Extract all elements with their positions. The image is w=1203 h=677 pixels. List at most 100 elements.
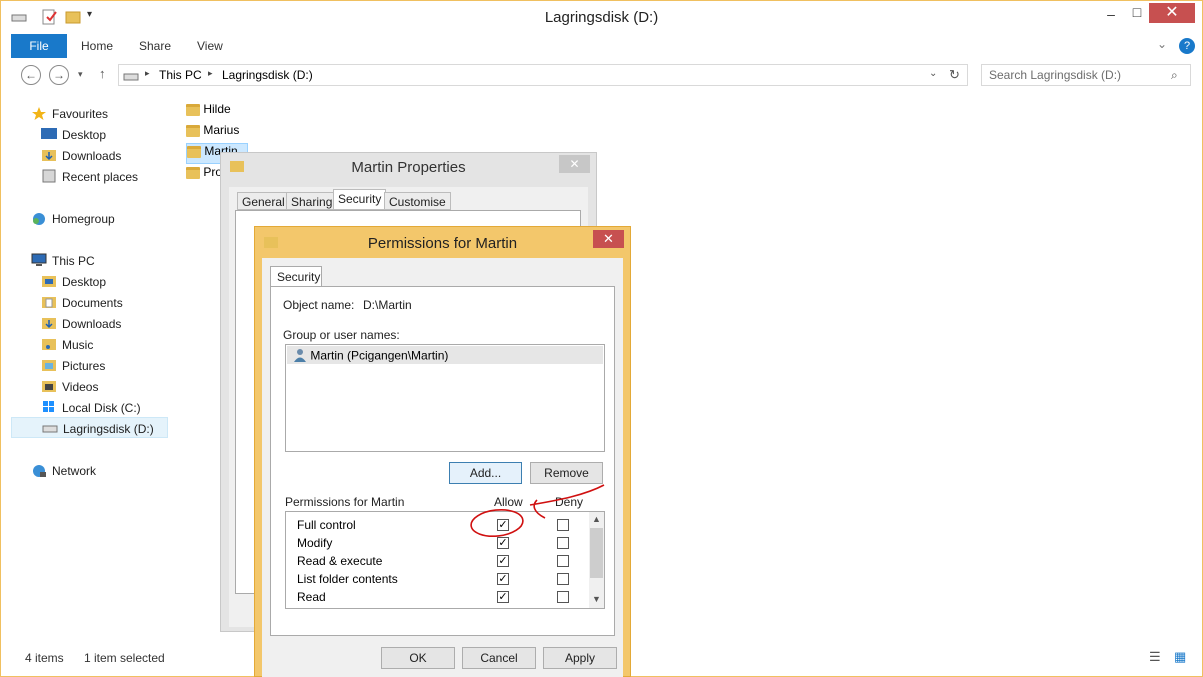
title-bar: ▾ Lagringsdisk (D:) – □ ✕	[1, 1, 1202, 34]
drive-icon	[123, 70, 139, 85]
object-name-value: D:\Martin	[363, 298, 412, 312]
star-icon	[31, 106, 47, 120]
search-icon: ⌕	[1171, 68, 1178, 82]
item-count: 4 items	[25, 651, 64, 665]
permissions-title-bar: Permissions for Martin ✕	[255, 227, 630, 257]
tab-sharing[interactable]: Sharing	[286, 192, 338, 210]
object-name-label: Object name:	[283, 298, 355, 312]
deny-checkbox[interactable]	[557, 591, 569, 603]
permissions-label: Permissions for Martin	[285, 495, 405, 509]
tab-share[interactable]: Share	[139, 39, 171, 53]
chevron-right-icon[interactable]: ▸	[145, 68, 150, 79]
folder-icon	[41, 274, 57, 288]
list-item[interactable]: Hilde	[186, 102, 231, 123]
deny-checkbox[interactable]	[557, 555, 569, 567]
cancel-button[interactable]: Cancel	[462, 647, 536, 669]
folder-icon	[186, 124, 200, 137]
downloads-folder-icon	[41, 148, 57, 162]
deny-checkbox[interactable]	[557, 519, 569, 531]
navigation-pane: Favourites Desktop Downloads Recent plac…	[11, 96, 169, 641]
expand-ribbon-icon[interactable]: ⌄	[1157, 37, 1167, 51]
forward-icon[interactable]: →	[49, 65, 69, 85]
tab-general[interactable]: General	[237, 192, 290, 210]
breadcrumb-this-pc[interactable]: This PC	[159, 68, 202, 82]
properties-close-button[interactable]: ✕	[559, 155, 590, 173]
selected-count: 1 item selected	[84, 651, 165, 665]
drive-icon	[42, 421, 58, 435]
recent-locations-icon[interactable]: ▾	[78, 69, 83, 80]
up-icon[interactable]: ↑	[99, 66, 106, 81]
group-label: Group or user names:	[283, 328, 400, 342]
tab-file[interactable]: File	[11, 34, 67, 58]
deny-checkbox[interactable]	[557, 573, 569, 585]
properties-title: Martin Properties	[351, 159, 466, 176]
table-row: Full control ✓	[286, 515, 586, 533]
ok-button[interactable]: OK	[381, 647, 455, 669]
permissions-list: Full control ✓ Modify ✓ Read & execute ✓…	[285, 511, 605, 609]
tab-customise[interactable]: Customise	[384, 192, 451, 210]
allow-checkbox[interactable]: ✓	[497, 573, 509, 585]
scroll-down-icon[interactable]: ▼	[589, 594, 604, 604]
close-button[interactable]: ✕	[1149, 3, 1195, 23]
chevron-right-icon[interactable]: ▸	[208, 68, 213, 79]
desktop-icon	[41, 127, 57, 141]
scroll-up-icon[interactable]: ▲	[589, 514, 604, 524]
user-list[interactable]: Martin (Pcigangen\Martin)	[285, 344, 605, 452]
breadcrumb-lagringsdisk[interactable]: Lagringsdisk (D:)	[222, 68, 313, 82]
permissions-body: Security Object name: D:\Martin Group or…	[262, 258, 623, 677]
folder-icon	[186, 166, 200, 179]
apply-button[interactable]: Apply	[543, 647, 617, 669]
table-row: Read ✓	[286, 587, 586, 605]
window-title: Lagringsdisk (D:)	[544, 9, 659, 26]
tab-home[interactable]: Home	[81, 39, 113, 53]
folder-icon	[41, 295, 57, 309]
computer-icon	[31, 253, 47, 267]
nav-pc-lagringsdisk[interactable]: Lagringsdisk (D:)	[11, 417, 168, 438]
back-icon[interactable]: ←	[21, 65, 41, 85]
windows-drive-icon	[41, 400, 57, 414]
security-panel: Object name: D:\Martin Group or user nam…	[270, 286, 615, 636]
chevron-down-icon[interactable]: ⌄	[929, 68, 937, 79]
scrollbar[interactable]: ▲ ▼	[589, 512, 604, 608]
permissions-title: Permissions for Martin	[367, 235, 518, 252]
address-bar[interactable]: ▸ This PC ▸ Lagringsdisk (D:) ⌄ ↻	[118, 64, 968, 86]
deny-checkbox[interactable]	[557, 537, 569, 549]
permissions-close-button[interactable]: ✕	[593, 230, 624, 248]
user-icon	[293, 348, 307, 365]
folder-icon	[186, 103, 200, 116]
tab-security[interactable]: Security	[333, 189, 387, 210]
allow-header: Allow	[494, 495, 523, 509]
add-button[interactable]: Add...	[449, 462, 522, 484]
allow-checkbox[interactable]: ✓	[497, 555, 509, 567]
help-icon[interactable]: ?	[1179, 38, 1195, 54]
network-icon	[31, 463, 47, 477]
recent-places-icon	[41, 169, 57, 183]
homegroup-icon	[31, 211, 47, 225]
folder-icon	[187, 145, 201, 158]
large-icons-view-icon[interactable]: ▦	[1174, 649, 1186, 665]
music-folder-icon	[41, 337, 57, 351]
remove-button[interactable]: Remove	[530, 462, 603, 484]
tab-view[interactable]: View	[197, 39, 223, 53]
deny-header: Deny	[555, 495, 584, 509]
allow-checkbox[interactable]: ✓	[497, 537, 509, 549]
list-item[interactable]: Pro	[186, 165, 222, 186]
scroll-thumb[interactable]	[590, 528, 603, 578]
downloads-folder-icon	[41, 316, 57, 330]
details-view-icon[interactable]: ☰	[1149, 649, 1161, 665]
allow-checkbox[interactable]: ✓	[497, 519, 509, 531]
table-row: Modify ✓	[286, 533, 586, 551]
search-input[interactable]: Search Lagringsdisk (D:)	[981, 64, 1191, 86]
refresh-icon[interactable]: ↻	[949, 67, 960, 83]
properties-title-bar: Martin Properties ✕	[221, 153, 596, 181]
allow-checkbox[interactable]: ✓	[497, 591, 509, 603]
tab-security[interactable]: Security	[270, 266, 322, 287]
pictures-folder-icon	[41, 358, 57, 372]
table-row: Read & execute ✓	[286, 551, 586, 569]
list-item[interactable]: Marius	[186, 123, 239, 144]
videos-folder-icon	[41, 379, 57, 393]
ribbon-tabs: File Home Share View ⌄ ?	[11, 34, 1201, 58]
permissions-dialog: Permissions for Martin ✕ Security Object…	[254, 226, 631, 677]
table-row: List folder contents ✓	[286, 569, 586, 587]
list-item[interactable]: Martin (Pcigangen\Martin)	[287, 346, 603, 364]
